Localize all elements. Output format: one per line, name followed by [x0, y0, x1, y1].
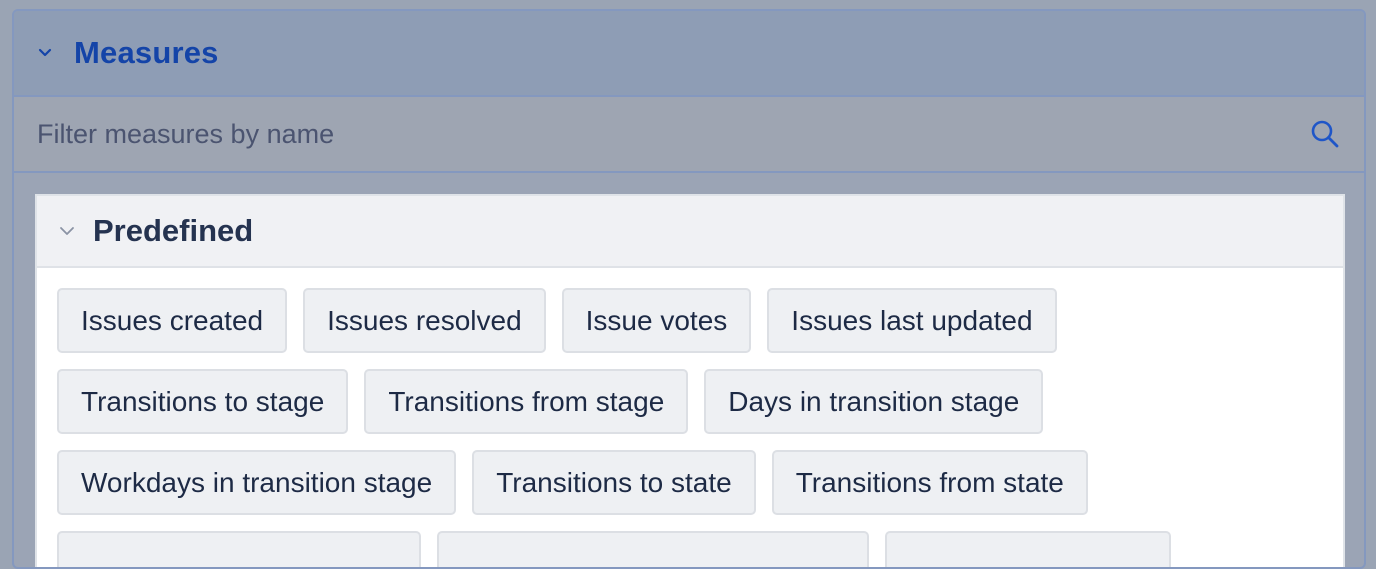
- predefined-group: Predefined Issues created Issues resolve…: [35, 194, 1345, 567]
- measure-chip[interactable]: Issues resolved: [303, 288, 546, 353]
- measure-chip[interactable]: Transitions to stage: [57, 369, 349, 434]
- measure-chip[interactable]: Issue votes: [561, 288, 752, 353]
- measures-panel-header[interactable]: Measures: [14, 11, 1364, 97]
- chevron-down-icon[interactable]: [59, 223, 75, 239]
- measure-chip[interactable]: [885, 531, 1171, 567]
- measures-title: Measures: [74, 35, 219, 70]
- measure-chip[interactable]: Transitions from state: [771, 450, 1088, 515]
- predefined-title: Predefined: [93, 213, 254, 248]
- predefined-group-header[interactable]: Predefined: [37, 196, 1343, 268]
- filter-row: [14, 97, 1364, 173]
- measure-chip[interactable]: Days in transition stage: [704, 369, 1044, 434]
- measure-chip[interactable]: Transitions to state: [472, 450, 756, 515]
- measures-panel: Measures Predefined Issues created Issue…: [12, 9, 1366, 569]
- measure-chip[interactable]: [57, 531, 421, 567]
- measure-chip[interactable]: Issues last updated: [767, 288, 1057, 353]
- measure-chip[interactable]: Transitions from stage: [364, 369, 689, 434]
- measure-chip[interactable]: [437, 531, 869, 567]
- filter-measures-input[interactable]: [35, 117, 1239, 151]
- measure-chip[interactable]: Issues created: [57, 288, 288, 353]
- measure-chip[interactable]: Workdays in transition stage: [57, 450, 457, 515]
- search-icon[interactable]: [1308, 117, 1342, 151]
- measure-chip-list: Issues created Issues resolved Issue vot…: [37, 268, 1257, 567]
- chevron-down-icon[interactable]: [38, 46, 52, 60]
